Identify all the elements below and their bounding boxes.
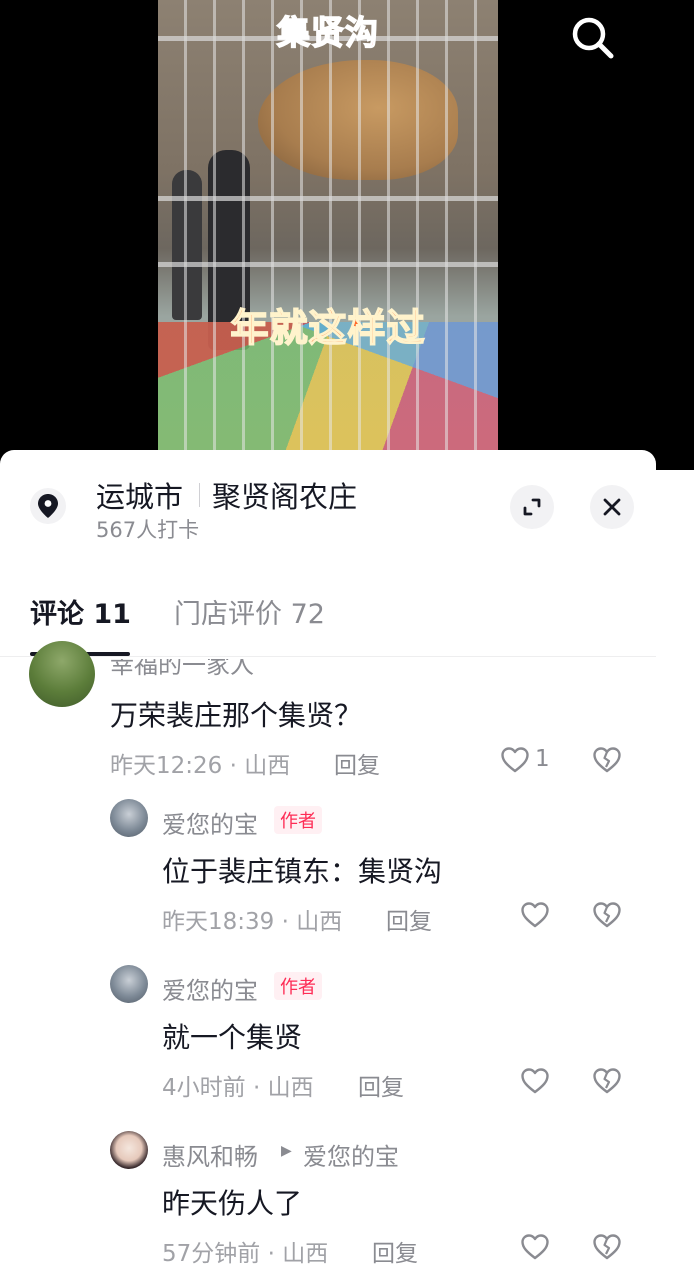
reply-author[interactable]: 惠风和畅 (162, 1137, 258, 1172)
tab-store-reviews[interactable]: 门店评价 72 (174, 592, 325, 631)
reply-meta: 4小时前 · 山西 (162, 1075, 314, 1101)
video-caption-middle: 年就这样过 (230, 305, 426, 351)
heart-icon[interactable] (520, 1232, 550, 1262)
comment-meta: 昨天12:26 · 山西 (110, 753, 291, 779)
reply-text: 位于裴庄镇东：集贤沟 (162, 855, 443, 888)
comment-text: 万荣裴庄那个集贤？ (110, 699, 363, 732)
heart-icon[interactable] (520, 900, 550, 930)
tab-comments[interactable]: 评论 11 (30, 592, 131, 631)
tabs-divider (0, 656, 656, 657)
reply-text: 昨天伤人了 (162, 1187, 303, 1220)
video-frame: 集贤沟 年就这样过 (158, 0, 498, 452)
reply-meta: 57分钟前 · 山西 (162, 1241, 329, 1267)
checkin-count: 567人打卡 (96, 518, 200, 542)
reply-author[interactable]: 爱您的宝 (162, 805, 258, 840)
reply-button[interactable]: 回复 (358, 1068, 404, 1102)
location-shop-name[interactable]: 聚贤阁农庄 (212, 474, 357, 516)
video-cage-rail (158, 262, 498, 267)
location-pin-icon (30, 488, 66, 524)
reply-text: 就一个集贤 (162, 1021, 303, 1054)
reply-button[interactable]: 回复 (386, 902, 432, 936)
broken-heart-icon[interactable] (592, 900, 622, 930)
reply-button[interactable]: 回复 (372, 1234, 418, 1268)
broken-heart-icon[interactable] (592, 745, 622, 775)
reply-button[interactable]: 回复 (334, 746, 380, 780)
broken-heart-icon[interactable] (592, 1232, 622, 1262)
like-count: 1 (535, 746, 550, 772)
video-cage-bars (158, 0, 498, 452)
triangle-right-icon: ▶ (281, 1143, 292, 1159)
avatar[interactable] (110, 799, 148, 837)
video-cage-rail (158, 196, 498, 201)
video-caption-top: 集贤沟 (276, 12, 379, 53)
author-badge: 作者 (274, 972, 322, 1000)
sheet-side-gap (656, 470, 694, 1286)
reply-author[interactable]: 爱您的宝 (162, 971, 258, 1006)
location-city[interactable]: 运城市 (96, 474, 183, 516)
avatar[interactable] (110, 965, 148, 1003)
expand-icon[interactable] (510, 485, 554, 529)
close-icon[interactable] (590, 485, 634, 529)
reply-meta: 昨天18:39 · 山西 (162, 909, 343, 935)
author-badge: 作者 (274, 806, 322, 834)
search-icon[interactable] (567, 12, 617, 62)
avatar[interactable] (29, 641, 95, 707)
avatar[interactable] (110, 1131, 148, 1169)
location-divider (199, 483, 200, 507)
broken-heart-icon[interactable] (592, 1066, 622, 1096)
reply-to-author[interactable]: 爱您的宝 (303, 1137, 399, 1172)
video-player[interactable]: 集贤沟 年就这样过 (0, 0, 694, 470)
heart-icon[interactable] (520, 1066, 550, 1096)
heart-icon[interactable] (500, 745, 530, 775)
